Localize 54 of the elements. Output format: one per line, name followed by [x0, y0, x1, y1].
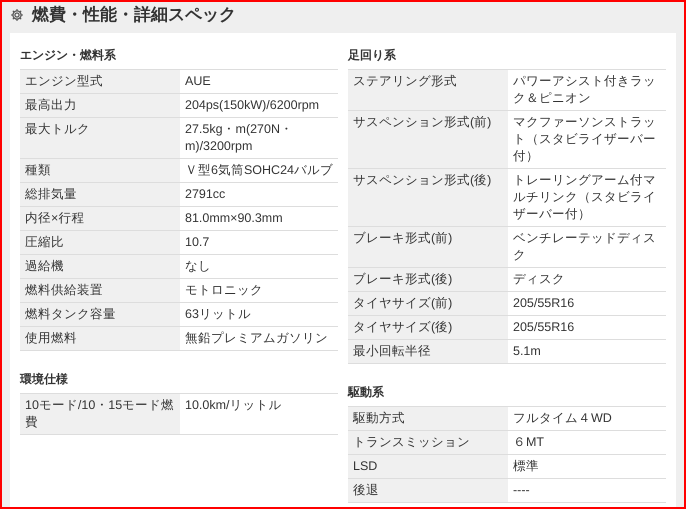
spec-label: サスペンション形式(前) [348, 110, 508, 168]
spec-value: ベンチレーテッドディスク [512, 230, 657, 264]
spec-label: 圧縮比 [20, 230, 180, 254]
spec-value: 27.5kg・m(270N・m)/3200rpm [184, 120, 294, 155]
spec-label: 最小回転半径 [348, 340, 508, 362]
spec-label: 10モード/10・15モード燃費 [20, 394, 180, 434]
spec-label: 過給機 [20, 254, 180, 278]
section-heading: 駆動系 [348, 384, 384, 400]
spec-value: Ｖ型6気筒SOHC24バルブ [184, 162, 334, 178]
page-title: 燃費・性能・詳細スペック [32, 4, 236, 26]
spec-label: ステアリング形式 [348, 70, 508, 110]
spec-label: サスペンション形式(後) [348, 168, 508, 226]
spec-label: 燃料供給装置 [20, 278, 180, 302]
section-heading: 環境仕様 [20, 370, 68, 388]
spec-value: なし [184, 258, 212, 274]
spec-value: AUE [184, 72, 212, 90]
spec-label: 最高出力 [20, 94, 180, 116]
spec-label: 最大トルク [20, 118, 180, 158]
spec-value: 81.0mm×90.3mm [184, 210, 284, 226]
gear-icon [10, 8, 24, 22]
spec-value: 63リットル [184, 306, 252, 322]
spec-label: トランスミッション [348, 430, 508, 454]
spec-value: ---- [512, 482, 531, 498]
spec-value: 2791cc [184, 186, 226, 202]
spec-label: 駆動方式 [348, 406, 508, 430]
spec-value: 204ps(150kW)/6200rpm [184, 96, 320, 114]
spec-label: ブレーキ形式(後) [348, 268, 508, 290]
spec-value: 標準 [512, 458, 540, 474]
spec-value: ディスク [512, 270, 566, 288]
spec-label: ブレーキ形式(前) [348, 226, 508, 266]
spec-value: 205/55R16 [512, 294, 576, 312]
spec-value: ６MT [512, 434, 546, 450]
spec-label: 種類 [20, 158, 180, 182]
spec-label: 燃料タンク容量 [20, 302, 180, 326]
spec-value: マクファーソンストラット（スタビライザーバー付） [512, 114, 657, 164]
spec-label: 内径×行程 [20, 206, 180, 230]
spec-label: タイヤサイズ(前) [348, 292, 508, 314]
spec-label: LSD [348, 454, 508, 478]
spec-label: エンジン型式 [20, 70, 180, 92]
section-heading: 足回り系 [348, 46, 396, 64]
spec-label: 後退 [348, 478, 508, 502]
spec-value: 10.7 [184, 234, 210, 250]
spec-value: フルタイム４WD [512, 410, 613, 426]
spec-label: タイヤサイズ(後) [348, 316, 508, 338]
section-heading: エンジン・燃料系 [20, 46, 116, 64]
spec-value: 5.1m [512, 342, 542, 360]
spec-label: 使用燃料 [20, 326, 180, 350]
spec-value: モトロニック [184, 282, 264, 298]
spec-value: トレーリングアーム付マルチリンク（スタビライザーバー付） [512, 172, 657, 222]
spec-value: 205/55R16 [512, 318, 576, 336]
spec-label: 総排気量 [20, 182, 180, 206]
spec-value: パワーアシスト付きラック＆ピニオン [512, 72, 657, 106]
spec-value: 10.0km/リットル [184, 396, 282, 414]
spec-value: 無鉛プレミアムガソリン [184, 330, 329, 346]
